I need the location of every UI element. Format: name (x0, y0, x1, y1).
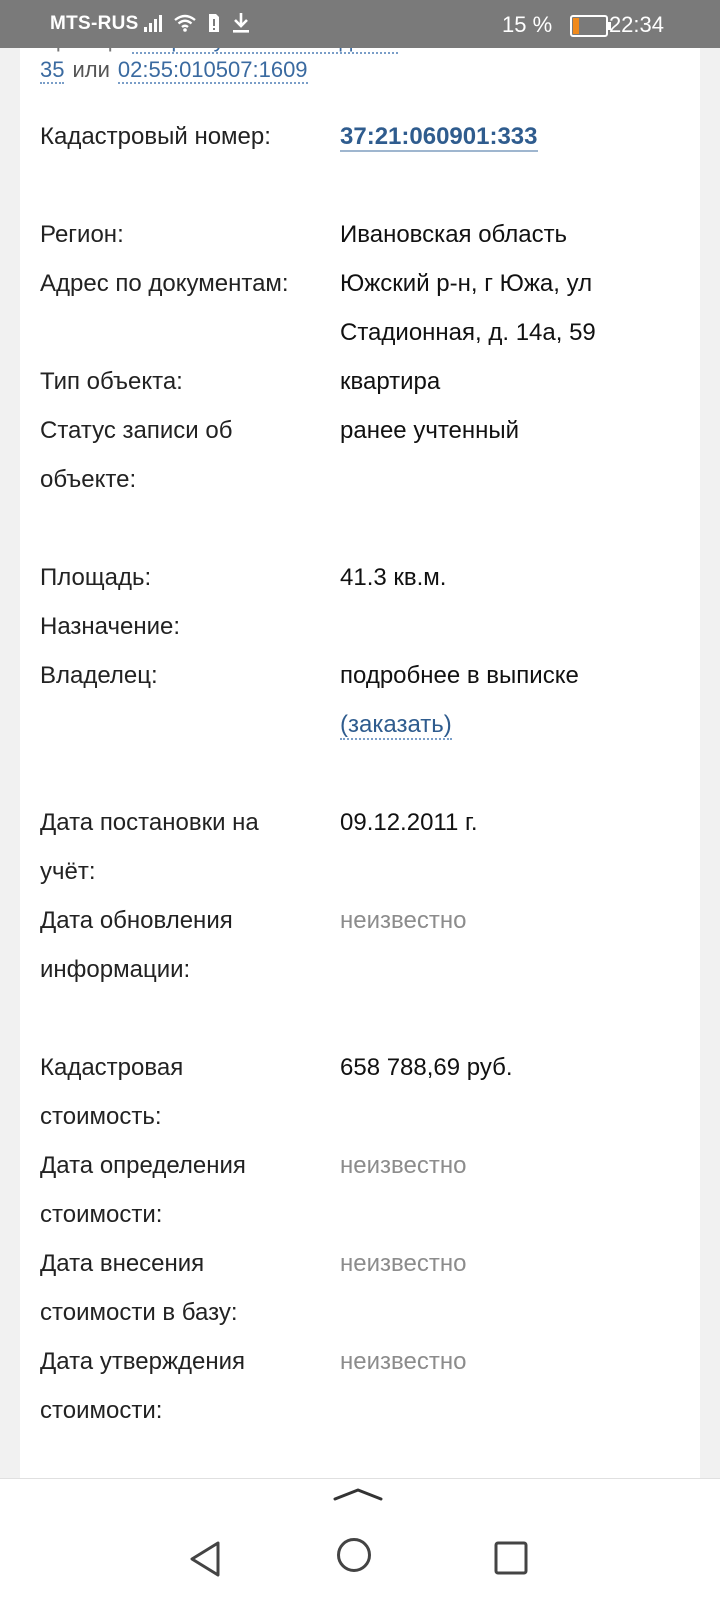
value-cadastral-value: 658 788,69 руб. (340, 1054, 513, 1081)
label-address: Адрес по документам: (40, 270, 289, 297)
battery-percent: 15 % (502, 12, 553, 37)
label-record-status: Статус записи об объекте: (40, 417, 233, 493)
signal-icon (144, 15, 162, 32)
value-area: 41.3 кв.м. (340, 564, 447, 591)
example-or: или (72, 57, 110, 82)
value-value-entry-date: неизвестно (340, 1250, 467, 1277)
download-icon (233, 13, 249, 33)
sim-icon (209, 14, 219, 32)
label-object-type: Тип объекта: (40, 368, 183, 395)
value-value-approval-date: неизвестно (340, 1348, 467, 1375)
label-registration-date: Дата постановки на учёт: (40, 809, 259, 885)
clock: 22:34 (608, 12, 664, 37)
owner-text: подробнее в выписке (340, 662, 579, 689)
value-cadastral-number[interactable]: 37:21:060901:333 (340, 112, 660, 161)
back-icon[interactable] (188, 1541, 222, 1577)
label-update-date: Дата обновления информации: (40, 907, 233, 983)
label-cadastral-number: Кадастровый номер: (40, 123, 271, 150)
label-area: Площадь: (40, 564, 152, 591)
label-value-entry-date: Дата внесения стоимости в базу: (40, 1250, 238, 1326)
label-cadastral-value: Кадастровая стоимость: (40, 1054, 184, 1130)
battery-icon (570, 15, 611, 37)
example-link-cadastral[interactable]: 02:55:010507:1609 (117, 57, 308, 84)
order-extract-link[interactable]: (заказать) (340, 711, 452, 740)
chevron-up-icon[interactable] (333, 1487, 383, 1501)
status-icons (143, 12, 251, 34)
carrier-name: MTS-RUS (50, 13, 139, 34)
label-owner: Владелец: (40, 662, 158, 689)
recent-apps-icon[interactable] (494, 1541, 528, 1575)
label-purpose: Назначение: (40, 613, 181, 640)
wifi-icon (174, 14, 196, 32)
cadastral-number-link[interactable]: 37:21:060901:333 (340, 123, 538, 152)
value-region: Ивановская область (340, 221, 568, 248)
value-value-determination-date: неизвестно (340, 1152, 467, 1179)
value-record-status: ранее учтенный (340, 417, 520, 444)
value-registration-date: 09.12.2011 г. (340, 809, 478, 836)
status-bar: MTS-RUS 15 % 22:34 (0, 0, 720, 48)
label-value-determination-date: Дата определения стоимости: (40, 1152, 246, 1228)
label-region: Регион: (40, 221, 124, 248)
value-object-type: квартира (340, 368, 441, 395)
system-navigation (0, 1478, 720, 1601)
value-address: Южский р-н, г Южа, ул Стадионная, д. 14а… (340, 270, 596, 346)
example-link-address-end[interactable]: 35 (40, 57, 65, 84)
value-owner: подробнее в выписке (заказать) (340, 651, 660, 749)
label-value-approval-date: Дата утверждения стоимости: (40, 1348, 246, 1424)
home-icon[interactable] (336, 1537, 372, 1573)
value-update-date: неизвестно (340, 907, 467, 934)
